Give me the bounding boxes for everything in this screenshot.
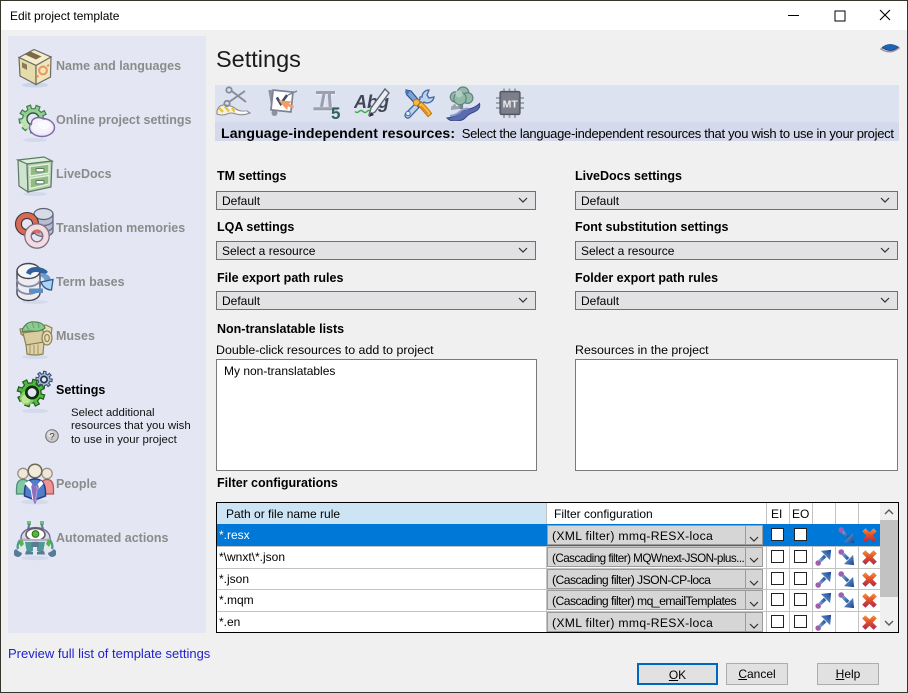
svg-text:MT: MT xyxy=(503,99,519,111)
svg-text:?: ? xyxy=(49,431,54,442)
svg-text:5: 5 xyxy=(331,104,340,121)
